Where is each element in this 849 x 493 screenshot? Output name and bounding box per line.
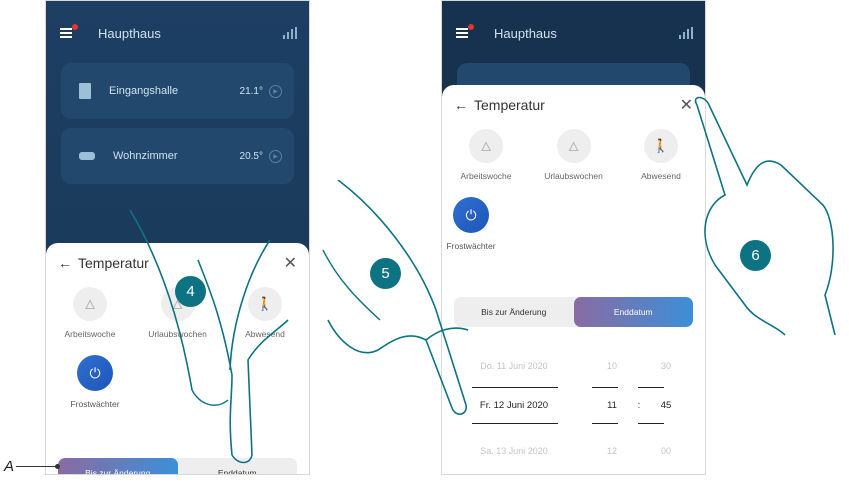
mode-list: 🜂 Arbeitswoche 🜂 Urlaubswochen 🚶 Abwesen… — [442, 129, 705, 181]
mode-abwesend[interactable]: 🚶 Abwesend — [621, 129, 701, 181]
power-icon: ⏻ — [453, 197, 489, 233]
sheet-header: ← Temperatur ✕ — [46, 243, 309, 283]
play-icon[interactable]: ▶ — [269, 149, 282, 163]
room-temperature: 21.1° — [239, 85, 263, 97]
mode-label: Arbeitswoche — [460, 171, 512, 181]
mode-frostwaechter[interactable]: ⏻ Frostwächter — [60, 355, 130, 409]
picker-minute: 45 — [660, 399, 672, 411]
callout-label-a: A — [4, 458, 15, 475]
option-bis-zur-aenderung[interactable]: Bis zur Änderung — [58, 458, 178, 474]
picker-row: Do. 11 Juni 2020 10 30 — [454, 355, 693, 377]
picker-hour: 10 — [606, 361, 617, 371]
home-title: Haupthaus — [494, 25, 557, 41]
room-card-wohnzimmer[interactable]: Wohnzimmer 20.5° ▶ — [61, 128, 294, 184]
picker-minute: 30 — [660, 361, 671, 371]
back-arrow-icon[interactable]: ← — [58, 255, 72, 271]
mode-label: Urlaubswochen — [544, 171, 603, 181]
signal-icon — [283, 27, 297, 39]
flame-icon: 🜂 — [73, 287, 107, 321]
top-bar: Haupthaus — [46, 19, 309, 47]
picker-date: Do. 11 Juni 2020 — [480, 361, 548, 371]
left-phone-screen: Haupthaus Eingangshalle 21.1° ▶ Wohnzimm… — [45, 0, 310, 475]
walking-person-icon: 🚶 — [644, 129, 678, 163]
picker-separator: : — [637, 399, 641, 411]
close-icon[interactable]: ✕ — [680, 95, 693, 115]
mode-label: Frostwächter — [70, 399, 120, 409]
right-phone-screen: Haupthaus ← Temperatur ✕ 🜂 Arbeitswoche … — [441, 0, 706, 475]
door-icon — [79, 83, 91, 99]
home-title: Haupthaus — [98, 25, 161, 41]
picker-date: Sa. 13 Juni 2020 — [480, 446, 548, 456]
room-name: Wohnzimmer — [113, 150, 178, 162]
hamburger-menu-icon[interactable] — [60, 24, 78, 38]
picker-hour: 12 — [606, 446, 617, 456]
mode-arbeitswoche[interactable]: 🜂 Arbeitswoche — [446, 129, 526, 181]
mode-label: Arbeitswoche — [64, 329, 116, 339]
temperature-sheet: ← Temperatur ✕ 🜂 Arbeitswoche 🜂 Urlaubsw… — [442, 85, 705, 474]
room-temperature: 20.5° — [239, 150, 263, 162]
step-5-badge: 5 — [370, 258, 401, 289]
hamburger-menu-icon[interactable] — [456, 24, 474, 38]
picker-divider — [472, 423, 558, 424]
mode-label: Abwesend — [245, 329, 285, 339]
option-enddatum[interactable]: Enddatum — [573, 297, 693, 327]
flame-icon: 🜂 — [556, 129, 591, 163]
mode-frostwaechter[interactable]: ⏻ Frostwächter — [442, 197, 506, 251]
top-bar: Haupthaus — [442, 19, 705, 47]
picker-hour: 11 — [607, 399, 617, 411]
picker-divider — [638, 387, 664, 388]
pointing-hand-illustration-6 — [694, 96, 836, 336]
temperature-sheet: ← Temperatur ✕ 🜂 Arbeitswoche 🜂 Urlaubsw… — [46, 243, 309, 474]
flame-icon: 🜂 — [469, 129, 503, 163]
step-6-badge: 6 — [740, 240, 771, 271]
picker-divider — [472, 387, 558, 388]
mode-label: Abwesend — [641, 171, 681, 181]
mode-abwesend[interactable]: 🚶 Abwesend — [225, 287, 305, 339]
picker-date: Fr. 12 Juni 2020 — [479, 399, 549, 411]
back-arrow-icon[interactable]: ← — [454, 97, 468, 113]
mode-label: Urlaubswochen — [148, 329, 207, 339]
sheet-title: Temperatur — [78, 255, 149, 271]
step-4-badge: 4 — [175, 276, 206, 307]
duration-toggle: Bis zur Änderung Enddatum — [454, 297, 693, 327]
option-bis-zur-aenderung[interactable]: Bis zur Änderung — [454, 297, 574, 327]
picker-row-selected: Fr. 12 Juni 2020 11 : 45 — [454, 394, 693, 416]
picker-divider — [638, 423, 664, 424]
room-card-eingangshalle[interactable]: Eingangshalle 21.1° ▶ — [61, 63, 294, 119]
sofa-icon — [79, 152, 95, 160]
power-icon: ⏻ — [77, 355, 113, 391]
signal-icon — [679, 27, 693, 39]
picker-row: Sa. 13 Juni 2020 12 00 — [454, 440, 693, 462]
walking-person-icon: 🚶 — [248, 287, 282, 321]
mode-urlaubswochen[interactable]: 🜂 Urlaubswochen — [534, 129, 614, 181]
mode-label: Frostwächter — [446, 241, 496, 251]
callout-line — [16, 464, 60, 469]
option-enddatum[interactable]: Enddatum — [178, 458, 298, 474]
picker-minute: 00 — [660, 446, 671, 456]
picker-divider — [592, 423, 618, 424]
picker-divider — [592, 387, 618, 388]
room-name: Eingangshalle — [109, 85, 179, 97]
sheet-header: ← Temperatur ✕ — [442, 85, 705, 125]
play-icon[interactable]: ▶ — [269, 84, 282, 98]
date-time-picker[interactable]: Do. 11 Juni 2020 10 30 Fr. 12 Juni 2020 … — [454, 355, 693, 474]
duration-toggle: Bis zur Änderung Enddatum — [58, 458, 298, 474]
mode-arbeitswoche[interactable]: 🜂 Arbeitswoche — [50, 287, 130, 339]
close-icon[interactable]: ✕ — [284, 253, 297, 273]
sheet-title: Temperatur — [474, 97, 545, 113]
